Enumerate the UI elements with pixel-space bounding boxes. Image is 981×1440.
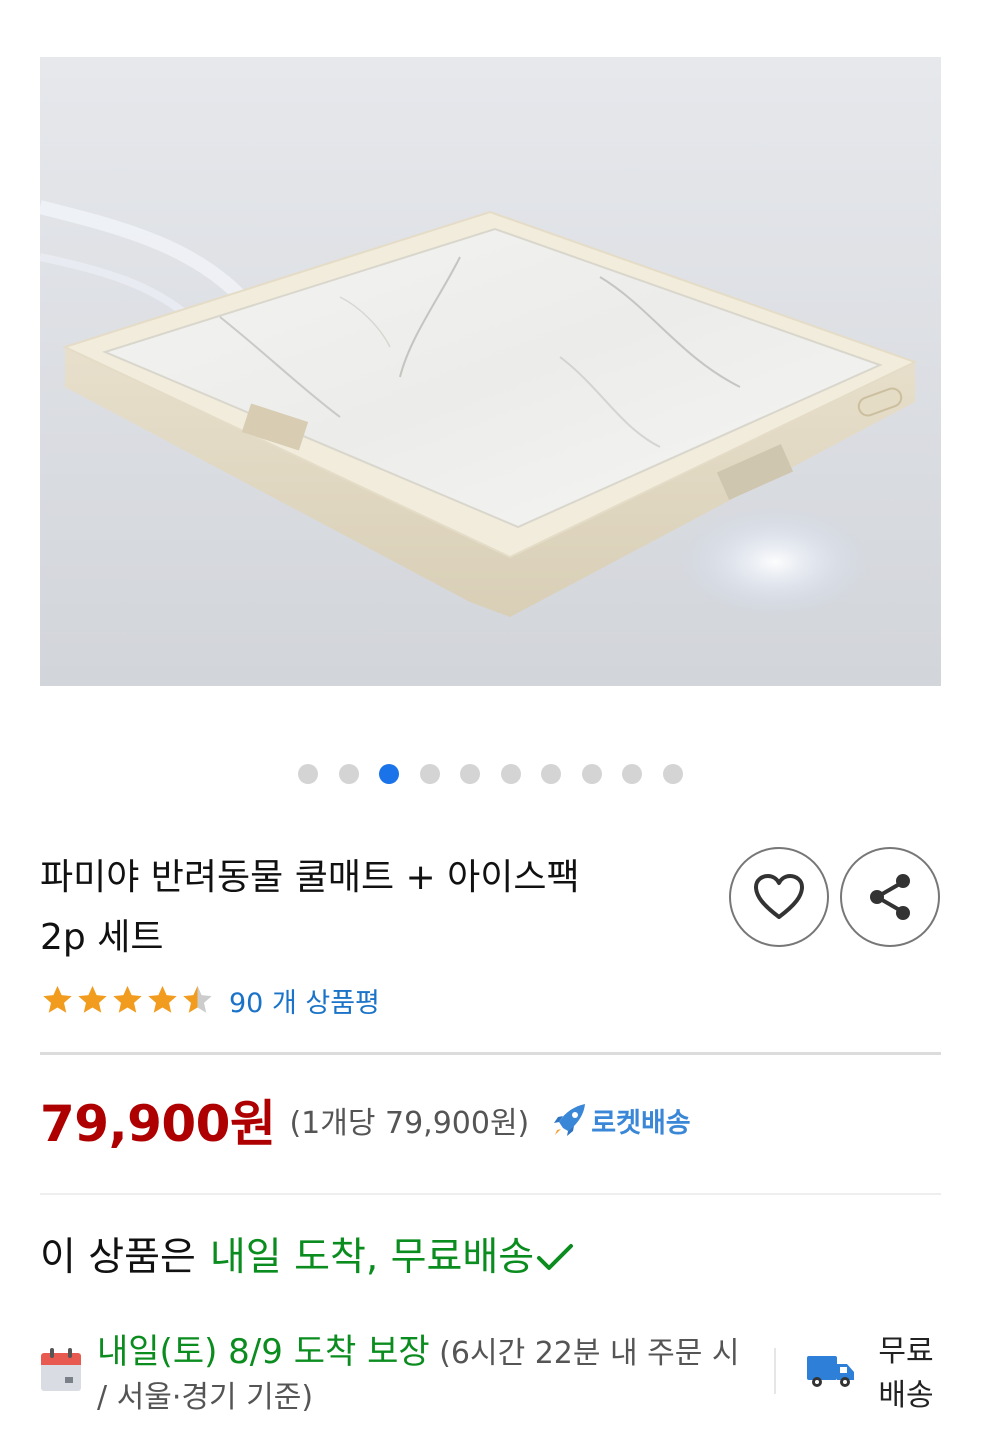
wish-button[interactable] <box>729 847 829 947</box>
carousel-dot[interactable] <box>581 764 602 784</box>
carousel-dot[interactable] <box>662 764 683 784</box>
review-count-link[interactable]: 90 개 상품평 <box>229 981 380 1020</box>
rocket-icon <box>554 1104 586 1136</box>
arrival-guarantee-row: 내일(토) 8/9 도착 보장 (6시간 22분 내 주문 시 / 서울·경기 … <box>40 1330 941 1415</box>
divider <box>40 1193 941 1195</box>
star-full-icon <box>148 985 177 1013</box>
delivery-summary: 이 상품은 내일 도착, 무료배송 <box>40 1228 574 1288</box>
carousel-dot[interactable] <box>500 764 521 784</box>
free-shipping-line2: 배송 <box>878 1378 934 1413</box>
product-title: 파미야 반려동물 쿨매트 + 아이스팩 2p 세트 <box>40 848 680 968</box>
unit-price: (1개당 79,900원) <box>289 1106 530 1141</box>
product-title-line2: 2p 세트 <box>40 917 164 958</box>
image-carousel-dots <box>0 764 981 784</box>
price-row: 79,900원 (1개당 79,900원) 로켓배송 <box>40 1090 691 1153</box>
rocket-delivery-label: 로켓배송 <box>591 1107 691 1139</box>
star-full-icon <box>43 985 72 1013</box>
carousel-dot[interactable] <box>298 764 319 784</box>
arrival-text: 내일(토) 8/9 도착 보장 (6시간 22분 내 주문 시 / 서울·경기 … <box>97 1330 757 1420</box>
carousel-dot[interactable] <box>622 764 643 784</box>
star-half-icon <box>183 985 212 1013</box>
star-rating <box>40 983 215 1017</box>
check-icon <box>536 1243 574 1273</box>
product-title-line1: 파미야 반려동물 쿨매트 + 아이스팩 <box>40 857 580 898</box>
product-image[interactable] <box>40 57 941 686</box>
carousel-dot-active[interactable] <box>379 764 400 784</box>
star-full-icon <box>113 985 142 1013</box>
delivery-summary-prefix: 이 상품은 <box>40 1235 196 1280</box>
divider <box>40 1052 941 1055</box>
sale-price: 79,900원 <box>40 1095 276 1153</box>
carousel-dot[interactable] <box>541 764 562 784</box>
truck-icon <box>807 1356 854 1387</box>
rating-row[interactable]: 90 개 상품평 <box>40 980 380 1020</box>
carousel-dot[interactable] <box>460 764 481 784</box>
separator <box>774 1348 776 1394</box>
carousel-dot[interactable] <box>338 764 359 784</box>
delivery-summary-highlight: 내일 도착, 무료배송 <box>209 1235 535 1280</box>
rocket-delivery-badge: 로켓배송 <box>551 1101 691 1140</box>
share-button[interactable] <box>840 847 940 947</box>
arrival-guarantee: 내일(토) 8/9 도착 보장 <box>97 1332 430 1372</box>
free-shipping-label: 무료 배송 <box>866 1330 946 1418</box>
free-shipping-line1: 무료 <box>878 1334 934 1369</box>
heart-icon <box>754 874 804 919</box>
calendar-icon <box>41 1348 81 1391</box>
star-full-icon <box>78 985 107 1013</box>
carousel-dot[interactable] <box>419 764 440 784</box>
share-icon <box>870 874 910 920</box>
